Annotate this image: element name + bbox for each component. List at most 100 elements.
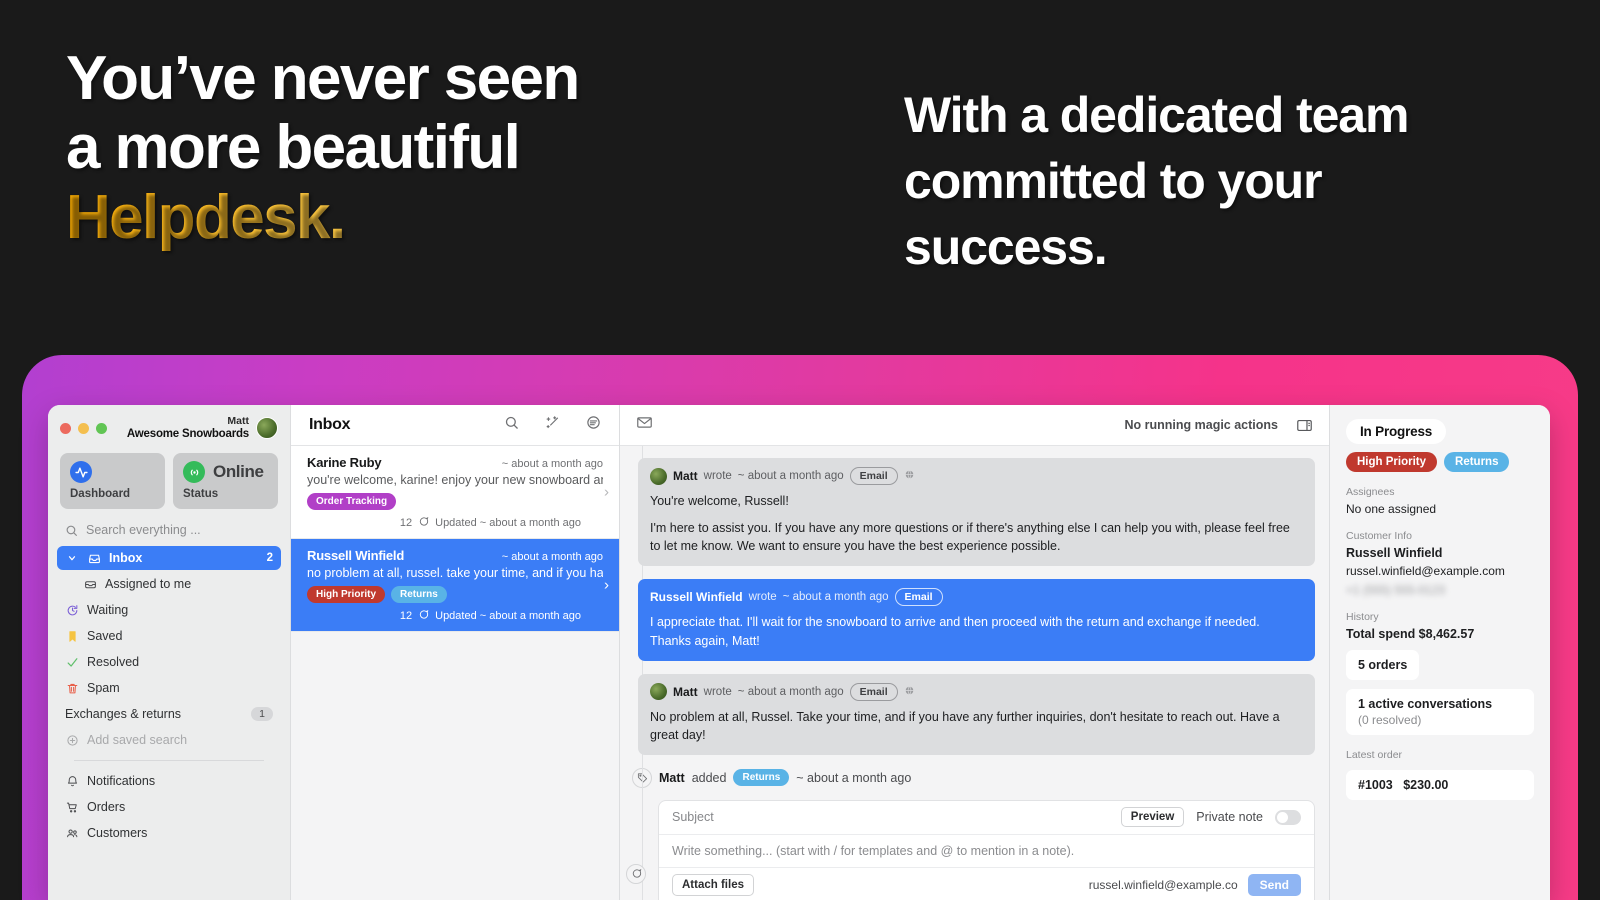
envelope-icon[interactable] — [636, 414, 653, 436]
event-time: ~ about a month ago — [796, 770, 912, 785]
chevron-down-icon[interactable] — [65, 551, 79, 565]
sidebar-item-exchanges-returns[interactable]: Exchanges & returns 1 — [57, 702, 281, 726]
headline-line-2: a more beautiful — [66, 113, 521, 183]
conversation-name: Karine Ruby — [307, 455, 382, 470]
magic-actions-status: No running magic actions — [1124, 418, 1279, 432]
event-actor: Matt — [659, 770, 685, 785]
orders-card[interactable]: 5 orders — [1346, 650, 1420, 680]
globe-icon — [904, 683, 915, 701]
search-icon[interactable] — [504, 415, 519, 435]
message-body-input[interactable]: Write something... (start with / for tem… — [672, 844, 1074, 858]
people-icon — [65, 826, 79, 840]
conversation-list-title: Inbox — [309, 416, 351, 433]
message-paragraph: I'm here to assist you. If you have any … — [650, 521, 1290, 554]
conversation-snippet: you're welcome, karine! enjoy your new s… — [307, 473, 603, 487]
list-item[interactable]: Karine Ruby ~ about a month ago you're w… — [291, 446, 619, 539]
recipient-address[interactable]: russel.winfield@example.co — [1089, 878, 1238, 892]
message-verb: wrote — [703, 685, 732, 698]
sidebar-item-assigned-to-me[interactable]: Assigned to me — [57, 572, 281, 596]
message-composer: Subject Preview Private note Write somet… — [658, 799, 1315, 900]
latest-order-card[interactable]: #1003 $230.00 — [1346, 770, 1534, 800]
message-bubble: Matt wrote ~ about a month ago Email You… — [638, 458, 1315, 567]
assignees-label: Assignees — [1346, 486, 1395, 498]
chevron-right-icon[interactable]: › — [604, 577, 609, 594]
preview-button[interactable]: Preview — [1120, 807, 1185, 828]
workspace-switcher[interactable]: Matt Awesome Snowboards — [127, 415, 278, 441]
magic-wand-icon[interactable] — [545, 415, 560, 435]
message-paragraph: No problem at all, Russel. Take your tim… — [650, 709, 1280, 742]
message-time: ~ about a month ago — [782, 591, 889, 604]
latest-order-number: #1003 — [1358, 778, 1393, 792]
composer-wrap: Subject Preview Private note Write somet… — [626, 799, 1315, 900]
sidebar-item-spam[interactable]: Spam — [57, 676, 281, 700]
sidebar-item-saved[interactable]: Saved — [57, 624, 281, 648]
message-channel-badge: Email — [849, 467, 898, 485]
message-paragraph: You're welcome, Russell! — [650, 494, 789, 508]
status-badge[interactable]: High Priority — [1346, 452, 1438, 472]
app-window: Matt Awesome Snowboards Dashboard Online… — [48, 405, 1550, 900]
list-item[interactable]: Russell Winfield ~ about a month ago no … — [291, 539, 619, 632]
status-card[interactable]: Online Status — [173, 453, 278, 510]
comment-icon — [418, 609, 429, 623]
sidebar-item-label: Customers — [87, 826, 148, 841]
bookmark-icon — [65, 629, 79, 643]
comment-icon — [418, 516, 429, 530]
conversation-snippet: no problem at all, russel. take your tim… — [307, 566, 603, 580]
trash-icon — [65, 681, 79, 695]
comment-icon — [626, 863, 646, 884]
clock-icon — [65, 603, 79, 617]
status-badge[interactable]: Returns — [1444, 452, 1510, 472]
sidebar-quick-cards: Dashboard Online Status — [48, 447, 290, 519]
sidebar-item-customers[interactable]: Customers — [57, 821, 281, 845]
sidebar-divider — [74, 760, 264, 762]
broadcast-icon — [183, 461, 205, 484]
user-name: Matt — [227, 415, 249, 427]
sidebar-item-resolved[interactable]: Resolved — [57, 650, 281, 674]
activity-icon — [70, 461, 92, 484]
private-note-toggle[interactable] — [1275, 809, 1301, 825]
status-badge[interactable]: In Progress — [1346, 419, 1447, 444]
send-button[interactable]: Send — [1247, 874, 1301, 897]
subject-input[interactable]: Subject — [672, 810, 714, 824]
headline-accent-helpdesk: Helpdesk. — [66, 183, 579, 252]
search-everything-input[interactable]: Search everything ... — [48, 519, 290, 546]
sidebar-item-orders[interactable]: Orders — [57, 795, 281, 819]
sidebar-item-label: Add saved search — [87, 733, 188, 748]
message-time: ~ about a month ago — [737, 470, 844, 482]
conversation-name: Russell Winfield — [307, 548, 405, 563]
sidebar-item-notifications[interactable]: Notifications — [57, 769, 281, 793]
panel-right-icon[interactable] — [1296, 417, 1313, 434]
status-badge: High Priority — [307, 586, 386, 603]
message-author: Matt — [673, 469, 698, 483]
customer-email[interactable]: russel.winfield@example.com — [1346, 564, 1534, 578]
sidebar-item-inbox[interactable]: Inbox 2 — [57, 546, 281, 571]
avatar[interactable] — [256, 417, 278, 440]
avatar — [650, 467, 667, 485]
filter-icon[interactable] — [586, 415, 601, 435]
message-bubble: Matt wrote ~ about a month ago Email No … — [638, 673, 1315, 755]
dashboard-card[interactable]: Dashboard — [60, 453, 165, 510]
sidebar-item-label: Saved — [87, 629, 123, 644]
org-name: Awesome Snowboards — [126, 427, 249, 440]
maximize-icon[interactable] — [96, 422, 107, 434]
latest-order-label: Latest order — [1346, 749, 1403, 761]
thread-event: Matt added Returns ~ about a month ago — [632, 767, 1315, 788]
chevron-right-icon[interactable]: › — [604, 484, 609, 501]
message-channel-badge: Email — [894, 588, 943, 607]
customer-info-label: Customer Info — [1346, 530, 1412, 542]
bell-icon — [65, 774, 79, 788]
conversations-card[interactable]: 1 active conversations (0 resolved) — [1346, 689, 1534, 735]
sidebar-item-add-saved-search[interactable]: Add saved search — [57, 728, 281, 752]
attach-files-button[interactable]: Attach files — [672, 874, 754, 897]
message-time: ~ about a month ago — [737, 685, 844, 698]
sidebar-item-label: Assigned to me — [105, 577, 192, 592]
sidebar-item-label: Waiting — [87, 603, 129, 618]
window-traffic-lights[interactable] — [60, 422, 107, 434]
total-spend: Total spend $8,462.57 — [1346, 627, 1475, 641]
sidebar-item-label: Spam — [87, 681, 120, 696]
close-icon[interactable] — [60, 422, 71, 434]
assignees-value[interactable]: No one assigned — [1346, 502, 1534, 516]
marketing-headline-right: With a dedicated team committed to your … — [904, 87, 1409, 275]
minimize-icon[interactable] — [78, 422, 89, 434]
sidebar-item-waiting[interactable]: Waiting — [57, 598, 281, 622]
